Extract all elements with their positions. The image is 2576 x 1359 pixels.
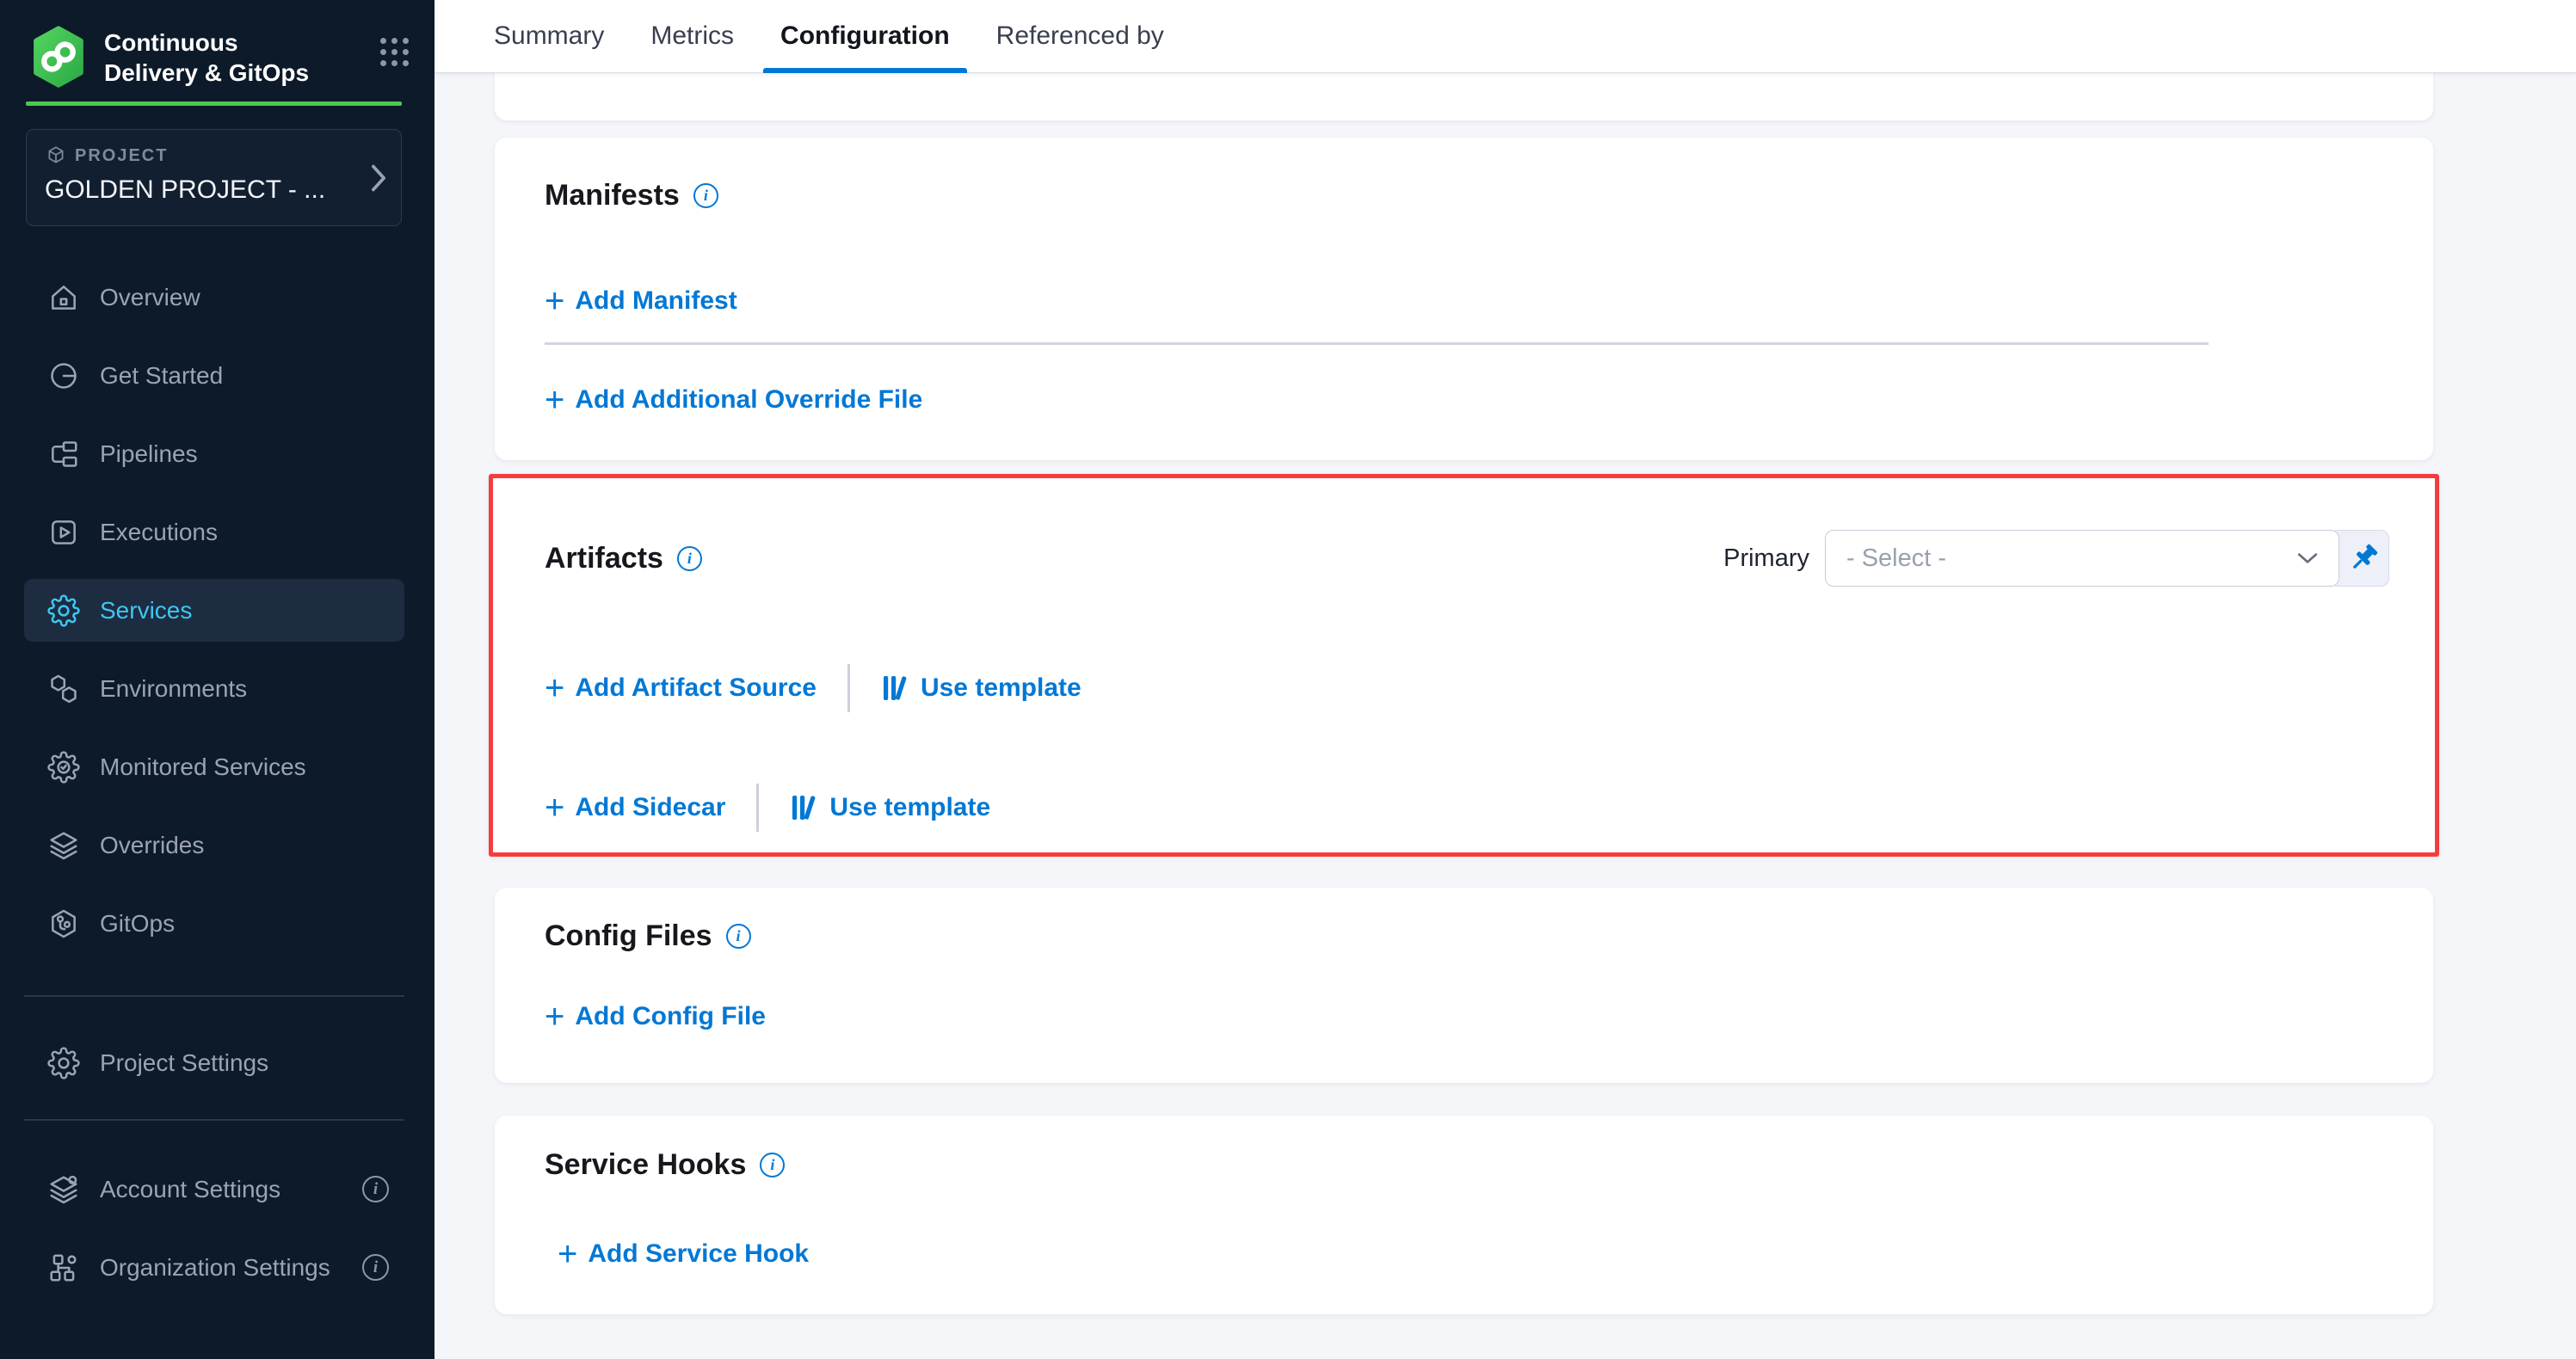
project-selector[interactable]: PROJECT GOLDEN PROJECT - ...: [26, 129, 402, 226]
sidebar-divider: [24, 995, 404, 997]
sidebar-item-label: Project Settings: [100, 1049, 268, 1077]
plus-icon: +: [545, 286, 564, 317]
manifests-divider: [545, 342, 2209, 345]
sidebar-item-label: Get Started: [100, 362, 223, 390]
sidebar-item-label: Overrides: [100, 832, 204, 859]
artifacts-title: Artifacts: [545, 542, 663, 575]
add-sidecar-button[interactable]: +Add Sidecar: [545, 790, 725, 825]
sidebar-item-label: Overview: [100, 284, 200, 311]
brand-header: Continuous Delivery & GitOps: [0, 0, 434, 88]
primary-artifact-label: Primary: [1723, 544, 1809, 573]
sidebar-item-executions[interactable]: Executions: [24, 501, 404, 563]
account-settings-icon: [47, 1173, 80, 1206]
vertical-divider: [847, 664, 850, 712]
module-switcher-grid-icon[interactable]: [380, 38, 409, 66]
sidebar-item-get-started[interactable]: Get Started: [24, 344, 404, 407]
add-manifest-button[interactable]: +Add Manifest: [545, 284, 737, 318]
sidebar-item-services[interactable]: Services: [24, 579, 404, 642]
template-library-icon: [881, 673, 910, 703]
artifacts-section-highlighted: Artifacts i Primary - Select -: [489, 474, 2439, 857]
plus-icon: +: [558, 1239, 577, 1270]
app-root: Continuous Delivery & GitOps PROJECT GOL…: [0, 0, 2576, 1359]
sidebar-project-settings-group: Project Settings: [0, 1031, 434, 1094]
info-icon[interactable]: i: [760, 1153, 785, 1178]
info-icon[interactable]: i: [362, 1254, 389, 1281]
previous-section-card-fragment: [495, 73, 2433, 120]
service-hooks-title: Service Hooks: [545, 1148, 746, 1182]
project-name: GOLDEN PROJECT - ...: [45, 175, 361, 205]
cube-icon: [45, 145, 67, 167]
sidebar-scope-settings-group: Account Settings i Organization Settings…: [0, 1158, 434, 1314]
environments-icon: [47, 673, 80, 705]
config-files-section: Config Files i +Add Config File: [495, 888, 2433, 1083]
vertical-divider: [756, 784, 759, 832]
primary-artifact-select[interactable]: - Select -: [1825, 530, 2339, 587]
gitops-icon: [47, 907, 80, 940]
add-additional-override-file-button[interactable]: +Add Additional Override File: [545, 383, 922, 417]
sidebar-nav: Overview Get Started Pipelines Execution…: [0, 266, 434, 970]
pipelines-icon: [47, 438, 80, 470]
template-library-icon: [790, 793, 819, 822]
module-title: Continuous Delivery & GitOps: [104, 28, 326, 88]
organization-settings-icon: [47, 1251, 80, 1284]
add-config-file-button[interactable]: +Add Config File: [545, 999, 766, 1034]
sidebar-item-project-settings[interactable]: Project Settings: [24, 1031, 404, 1094]
sidebar-item-account-settings[interactable]: Account Settings i: [24, 1158, 404, 1221]
home-icon: [47, 281, 80, 314]
pushpin-icon: [2346, 541, 2381, 575]
sidebar-item-overrides[interactable]: Overrides: [24, 814, 404, 876]
sidebar-item-label: Executions: [100, 519, 218, 546]
monitored-services-icon: [47, 751, 80, 784]
plus-icon: +: [545, 384, 564, 415]
plus-icon: +: [545, 673, 564, 704]
info-icon[interactable]: i: [677, 546, 702, 571]
tab-configuration[interactable]: Configuration: [763, 0, 967, 72]
manifests-title: Manifests: [545, 179, 680, 212]
config-files-title: Config Files: [545, 919, 712, 953]
tab-summary[interactable]: Summary: [477, 0, 621, 72]
tab-bar: Summary Metrics Configuration Referenced…: [434, 0, 2576, 73]
sidebar-item-label: GitOps: [100, 910, 175, 938]
select-placeholder: - Select -: [1846, 544, 2297, 573]
chevron-down-icon: [2297, 552, 2318, 564]
sidebar-item-environments[interactable]: Environments: [24, 657, 404, 720]
sidebar: Continuous Delivery & GitOps PROJECT GOL…: [0, 0, 434, 1359]
sidebar-item-label: Services: [100, 597, 192, 624]
sidebar-item-overview[interactable]: Overview: [24, 266, 404, 329]
gear-icon: [47, 1047, 80, 1079]
tab-referenced-by[interactable]: Referenced by: [979, 0, 1181, 72]
info-icon[interactable]: i: [362, 1176, 389, 1202]
sidebar-item-label: Monitored Services: [100, 753, 306, 781]
sidebar-item-label: Organization Settings: [100, 1254, 330, 1282]
chevron-right-icon: [370, 164, 387, 192]
plus-icon: +: [545, 792, 564, 823]
harness-cd-logo-icon: [30, 26, 87, 88]
sidebar-item-gitops[interactable]: GitOps: [24, 892, 404, 955]
layers-icon: [47, 829, 80, 862]
use-template-sidecar-button[interactable]: Use template: [790, 790, 990, 825]
sidebar-item-monitored-services[interactable]: Monitored Services: [24, 735, 404, 798]
plus-icon: +: [545, 1001, 564, 1032]
sidebar-divider: [24, 1119, 404, 1121]
sidebar-item-label: Account Settings: [100, 1176, 280, 1203]
sidebar-item-label: Environments: [100, 675, 247, 703]
sidebar-item-pipelines[interactable]: Pipelines: [24, 422, 404, 485]
service-hooks-section: Service Hooks i +Add Service Hook: [495, 1116, 2433, 1314]
info-icon[interactable]: i: [693, 183, 718, 208]
get-started-icon: [47, 360, 80, 392]
main-area: Summary Metrics Configuration Referenced…: [434, 0, 2576, 1359]
tab-metrics[interactable]: Metrics: [633, 0, 751, 72]
project-label: PROJECT: [75, 146, 168, 166]
add-service-hook-button[interactable]: +Add Service Hook: [558, 1237, 809, 1271]
configuration-content: Manifests i +Add Manifest +Add Additiona…: [434, 73, 2576, 1359]
services-gear-icon: [47, 594, 80, 627]
sidebar-item-label: Pipelines: [100, 440, 198, 468]
use-template-artifact-button[interactable]: Use template: [881, 671, 1082, 705]
info-icon[interactable]: i: [726, 924, 751, 949]
sidebar-item-organization-settings[interactable]: Organization Settings i: [24, 1236, 404, 1299]
brand-accent-rule: [26, 101, 402, 106]
add-artifact-source-button[interactable]: +Add Artifact Source: [545, 671, 817, 705]
manifests-section: Manifests i +Add Manifest +Add Additiona…: [495, 138, 2433, 460]
executions-icon: [47, 516, 80, 549]
